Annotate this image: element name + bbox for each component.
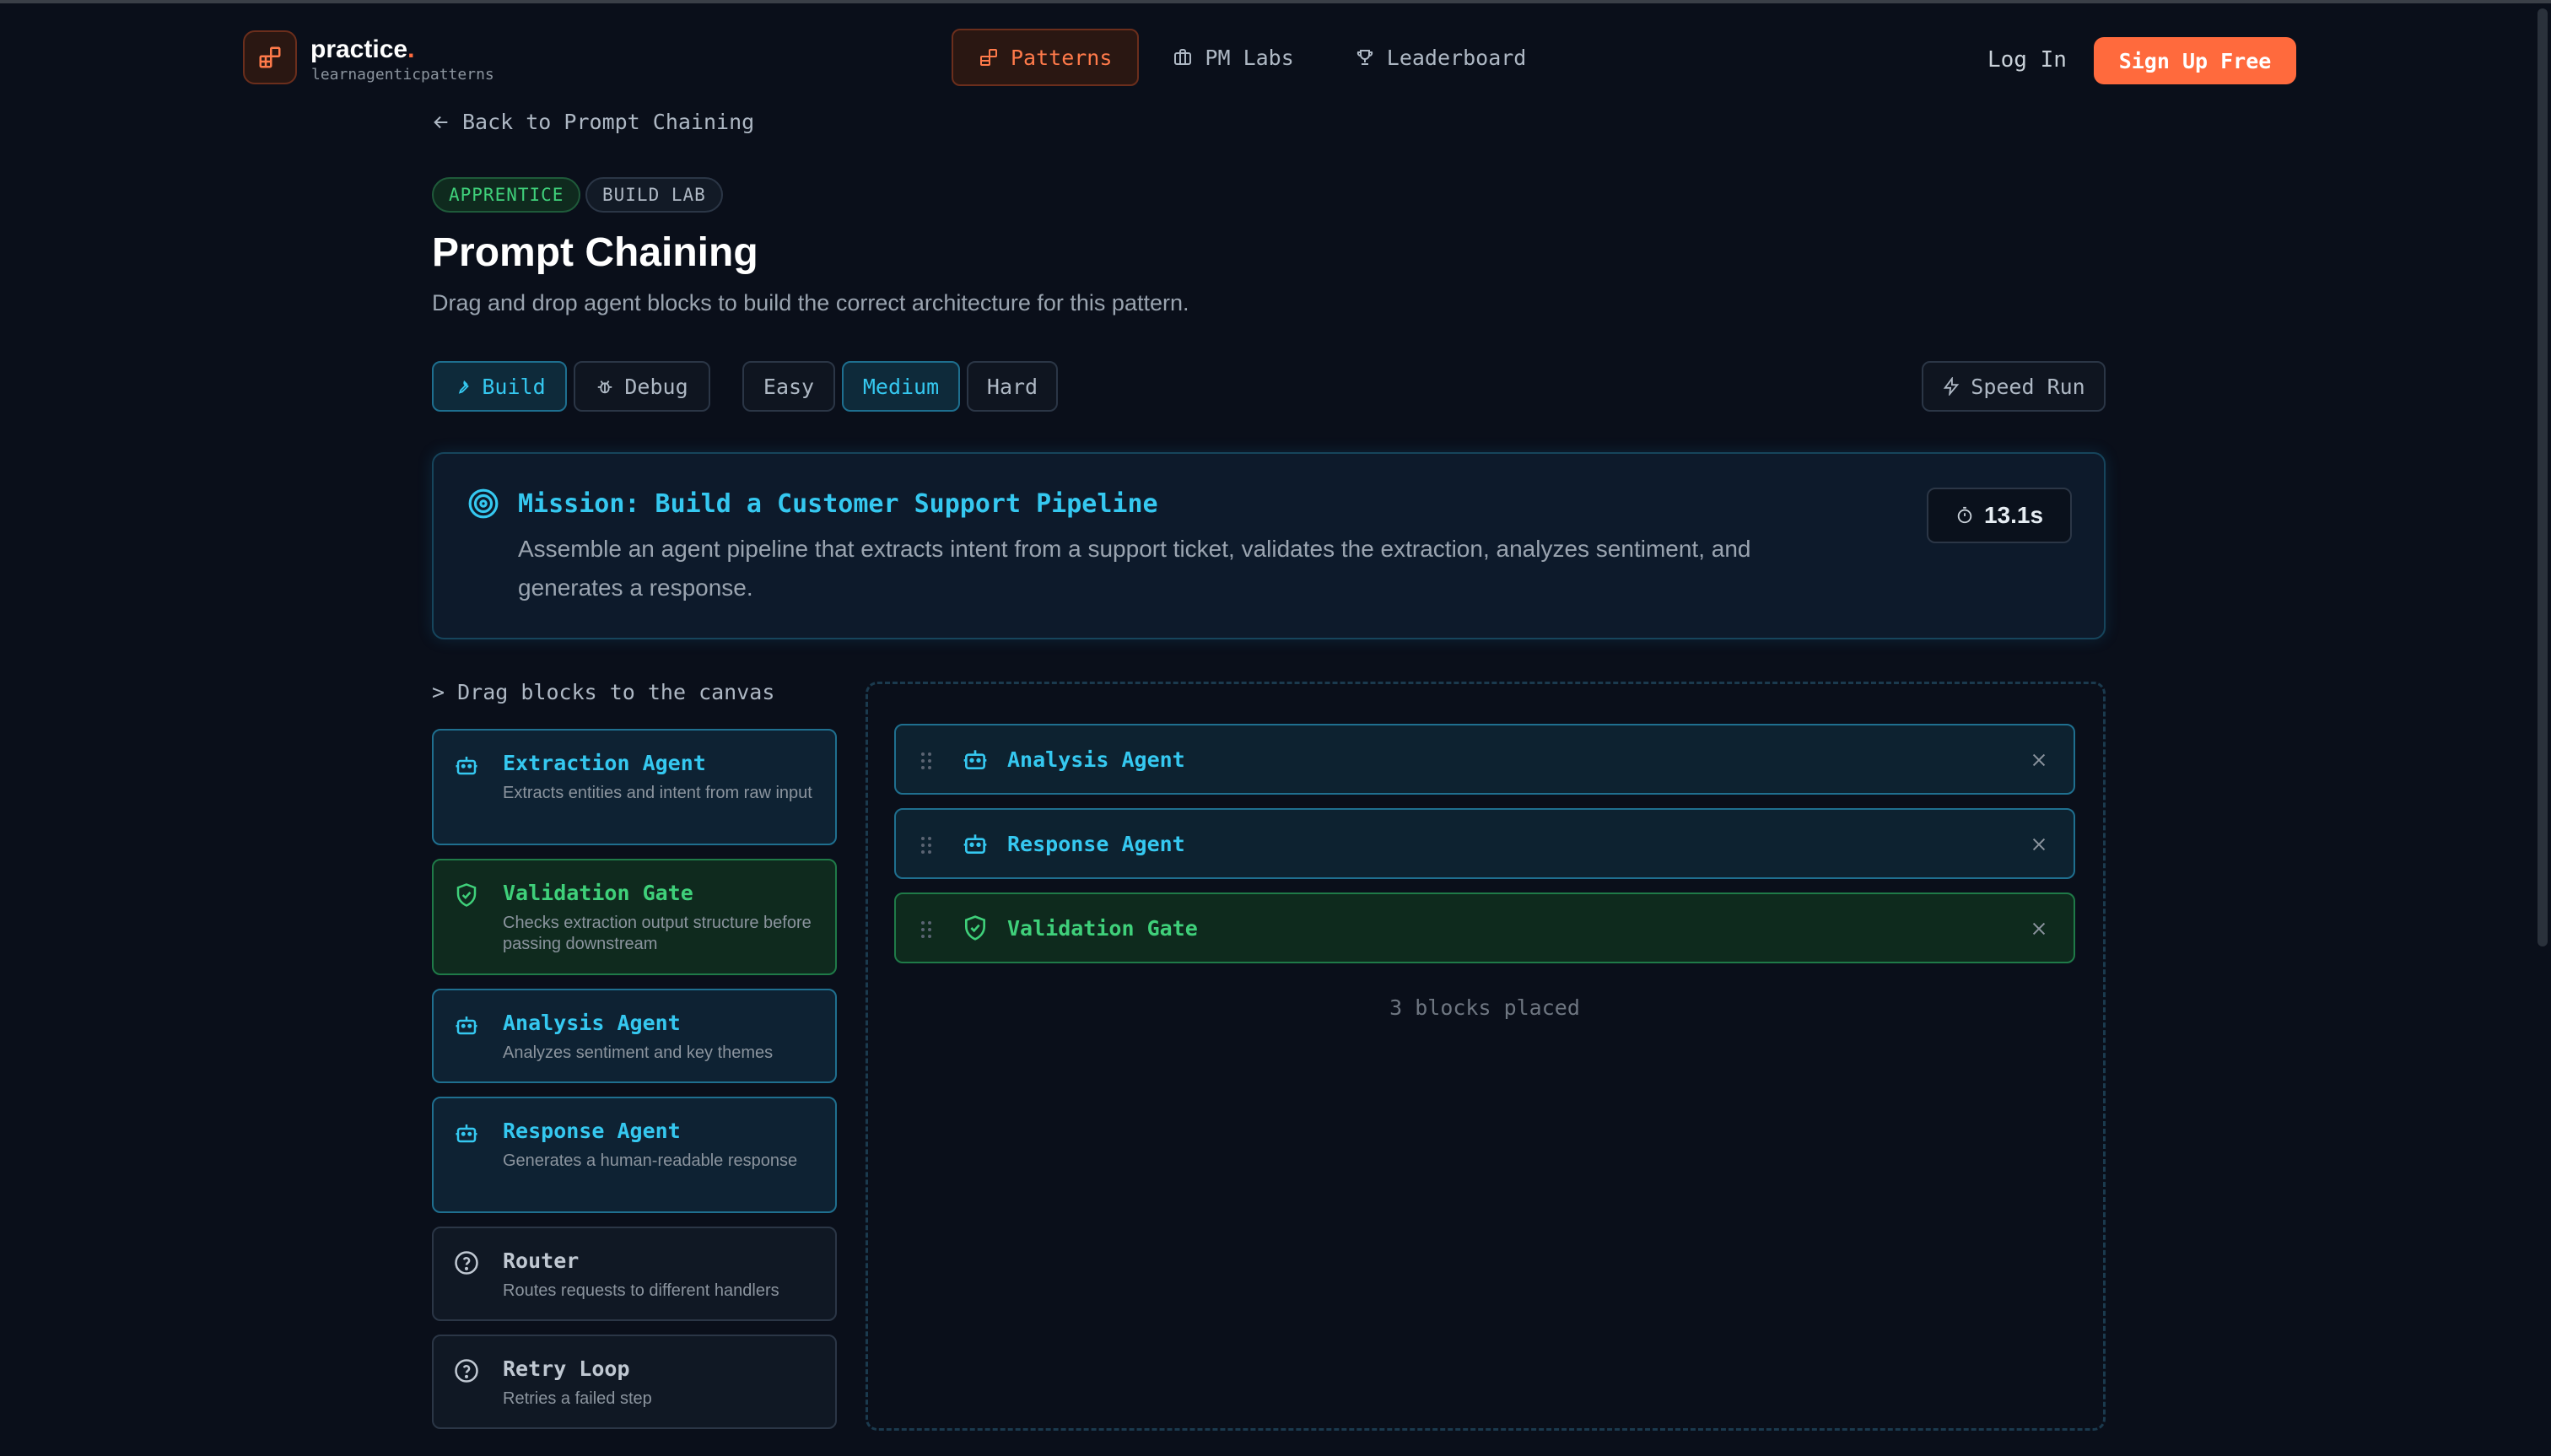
- block-name: Extraction Agent: [503, 751, 706, 775]
- nav-label: PM Labs: [1205, 45, 1294, 70]
- help-circle-icon: [455, 1251, 478, 1275]
- block-description: Extracts entities and intent from raw in…: [503, 784, 812, 802]
- shield-check-icon: [456, 883, 477, 907]
- block-description: Generates a human-readable response: [503, 1151, 798, 1170]
- drag-handle-icon[interactable]: [920, 919, 933, 940]
- type-badge: BUILD LAB: [585, 177, 723, 213]
- block-description: Checks extraction output structure befor…: [503, 914, 812, 953]
- wrench-icon: [459, 380, 470, 394]
- robot-icon: [456, 1017, 477, 1035]
- drag-handle-icon[interactable]: [920, 751, 933, 771]
- block-name: Response Agent: [503, 1119, 681, 1143]
- page-title: Prompt Chaining: [432, 230, 758, 275]
- nav-patterns[interactable]: Patterns: [952, 29, 1140, 86]
- target-icon: [467, 488, 499, 524]
- palette-label: > Drag blocks to the canvas: [432, 680, 775, 704]
- back-link[interactable]: Back to Prompt Chaining: [432, 110, 754, 134]
- speed-run-label: Speed Run: [1971, 374, 2085, 399]
- palette-block-router[interactable]: Router Routes requests to different hand…: [432, 1227, 837, 1321]
- login-link[interactable]: Log In: [1987, 47, 2067, 73]
- page-scrollbar[interactable]: [2538, 8, 2548, 946]
- site-header: practice. learnagenticpatterns Patterns …: [0, 3, 2531, 110]
- difficulty-hard-button[interactable]: Hard: [967, 361, 1058, 412]
- bug-icon: [598, 380, 612, 394]
- palette-block-retry-loop[interactable]: Retry Loop Retries a failed step: [432, 1335, 837, 1429]
- mission-title: Mission: Build a Customer Support Pipeli…: [518, 489, 1158, 519]
- palette-block-analysis-agent[interactable]: Analysis Agent Analyzes sentiment and ke…: [432, 989, 837, 1083]
- timer-value: 13.1s: [1983, 502, 2044, 528]
- timer: 13.1s: [1927, 488, 2072, 543]
- arrow-left-icon: [434, 116, 448, 128]
- close-icon[interactable]: [2030, 751, 2048, 769]
- placed-block-analysis-agent[interactable]: Analysis Agent: [894, 724, 2075, 795]
- main-nav: Patterns PM Labs Leaderboard: [952, 29, 1553, 86]
- placed-block-name: Validation Gate: [1007, 916, 1198, 941]
- robot-icon: [963, 834, 987, 854]
- shield-check-icon: [965, 915, 985, 941]
- placed-count: 3 blocks placed: [1389, 995, 1580, 1020]
- help-circle-icon: [455, 1359, 478, 1383]
- placed-block-name: Response Agent: [1007, 832, 1185, 856]
- page-subtitle: Drag and drop agent blocks to build the …: [432, 290, 1189, 315]
- nav-leaderboard[interactable]: Leaderboard: [1328, 29, 1554, 86]
- brand-name[interactable]: practice.: [310, 35, 414, 64]
- difficulty-easy-button[interactable]: Easy: [742, 361, 835, 412]
- mission-card: Mission: Build a Customer Support Pipeli…: [432, 452, 2106, 639]
- nav-label: Leaderboard: [1386, 45, 1527, 70]
- debug-mode-button[interactable]: Debug: [574, 361, 710, 412]
- block-description: Analyzes sentiment and key themes: [503, 1043, 774, 1062]
- mission-description: Assemble an agent pipeline that extracts…: [518, 536, 1751, 601]
- nav-pm-labs[interactable]: PM Labs: [1146, 29, 1320, 86]
- brand-subtitle: learnagenticpatterns: [311, 66, 494, 84]
- placed-block-name: Analysis Agent: [1007, 747, 1185, 772]
- debug-mode-label: Debug: [624, 374, 688, 399]
- logo[interactable]: [243, 30, 297, 84]
- palette-block-extraction-agent[interactable]: Extraction Agent Extracts entities and i…: [432, 729, 837, 845]
- block-name: Retry Loop: [503, 1356, 630, 1381]
- robot-icon: [456, 757, 477, 775]
- placed-block-validation-gate[interactable]: Validation Gate: [894, 892, 2075, 963]
- blocks-icon: [980, 49, 997, 66]
- palette-block-response-agent[interactable]: Response Agent Generates a human-readabl…: [432, 1097, 837, 1213]
- block-name: Analysis Agent: [503, 1011, 681, 1035]
- robot-icon: [456, 1124, 477, 1143]
- close-icon[interactable]: [2030, 835, 2048, 854]
- robot-icon: [963, 750, 987, 769]
- back-link-label: Back to Prompt Chaining: [462, 110, 755, 134]
- placed-block-response-agent[interactable]: Response Agent: [894, 808, 2075, 879]
- drag-handle-icon[interactable]: [920, 835, 933, 855]
- blocks-icon: [259, 46, 281, 68]
- build-mode-button[interactable]: Build: [432, 361, 567, 412]
- timer-icon: [1957, 506, 1972, 524]
- block-description: Routes requests to different handlers: [503, 1281, 779, 1300]
- build-mode-label: Build: [482, 374, 546, 399]
- difficulty-medium-button[interactable]: Medium: [842, 361, 960, 412]
- close-icon[interactable]: [2030, 919, 2048, 938]
- trophy-icon: [1356, 50, 1373, 65]
- block-name: Validation Gate: [503, 881, 693, 905]
- signup-button[interactable]: Sign Up Free: [2094, 37, 2296, 84]
- palette-block-validation-gate[interactable]: Validation Gate Checks extraction output…: [432, 859, 837, 975]
- level-badge: APPRENTICE: [432, 177, 581, 213]
- speed-run-button[interactable]: Speed Run: [1922, 361, 2106, 412]
- block-name: Router: [503, 1248, 580, 1273]
- briefcase-icon: [1174, 49, 1192, 65]
- zap-icon: [1944, 377, 1960, 396]
- nav-label: Patterns: [1011, 45, 1113, 70]
- block-description: Retries a failed step: [503, 1389, 652, 1408]
